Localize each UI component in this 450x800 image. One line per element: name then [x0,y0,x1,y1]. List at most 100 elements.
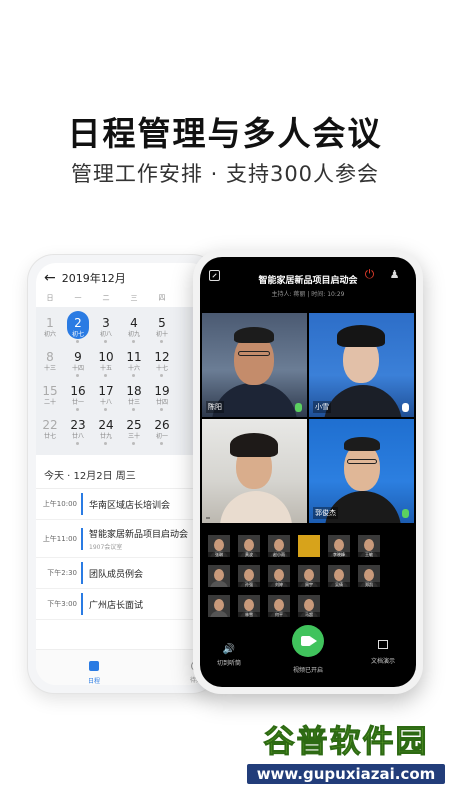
calendar-day[interactable]: 12 十七 [148,345,176,379]
participant-thumb[interactable]: 吴倩 [328,565,350,587]
calendar-day[interactable]: 8 十三 [36,345,64,379]
calendar-day[interactable]: 22 廿七 [36,413,64,447]
participant-thumb[interactable]: 林雪 [238,595,260,617]
calendar-day[interactable]: 24 廿九 [92,413,120,447]
watermark-url: www.gupuxiazai.com [247,764,445,784]
calendar-day[interactable]: 15 二十 [36,379,64,413]
participant-thumb[interactable]: 孙强 [238,565,260,587]
weekday-label: 三 [130,294,138,302]
video-camera-icon [292,625,324,657]
meeting-phone: 智能家居新品项目启动会 主持人: 蒋丽 | 时间: 10:29 ⏻ ♟ 陈阳 小… [193,250,423,694]
participant-thumb[interactable]: 何平 [268,595,290,617]
event-time: 下午2:30 [47,569,77,577]
calendar-day[interactable]: 26 初一 [148,413,176,447]
participant-thumb[interactable]: 黄波 [238,535,260,557]
person-hair [344,437,380,451]
participant-thumb[interactable]: 王敏 [358,535,380,557]
bottom-tab-bar: 日程 待办 [36,649,210,685]
video-toggle-button[interactable]: 视频已开启 [278,625,338,674]
person-body [220,491,292,523]
back-arrow-icon[interactable]: ← [44,270,56,286]
meeting-subtitle: 主持人: 蒋丽 | 时间: 10:29 [271,291,345,298]
calendar-day[interactable]: 19 廿四 [148,379,176,413]
event-bar [81,493,83,515]
participant-thumb[interactable]: 李晓峰 [328,535,350,557]
calendar-day[interactable]: 10 十五 [92,345,120,379]
calendar-day[interactable]: 23 廿八 [64,413,92,447]
end-call-icon[interactable]: ⏻ [363,268,376,281]
event-title: 华南区域店长培训会 [89,500,171,511]
participant-thumb[interactable]: 张琳 [208,535,230,557]
participants-icon[interactable]: ♟ [388,268,401,281]
participant-thumb[interactable]: 马超 [298,595,320,617]
calendar-day[interactable]: 5 初十 [148,311,176,345]
participant-thumb[interactable]: 郑凯 [358,565,380,587]
subheadline: 管理工作安排 · 支持300人参会 [70,162,380,186]
mic-icon [402,509,409,518]
video-tile[interactable]: 郭俊杰 [309,419,414,523]
event-row[interactable]: 上午10:00 华南区域店长培训会 [36,489,210,520]
video-tile[interactable]: 陈阳 [202,313,307,417]
meeting-title: 智能家居新品项目启动会 [258,276,358,286]
event-row[interactable]: 下午2:30 团队成员例会 [36,558,210,589]
weekday-label: 四 [158,294,166,302]
participant-thumbnails: 张琳 黄波 赵小雨 李晓峰 王敏 孙强 刘婷 周宇 吴倩 郑凯 林雪 何平 马超 [208,535,408,625]
event-time: 上午10:00 [42,500,77,508]
meeting-controls: 🔊 切到听筒 视频已开启 文档演示 [200,625,416,687]
meeting-header: 智能家居新品项目启动会 主持人: 蒋丽 | 时间: 10:29 ⏻ ♟ [200,257,416,313]
person-body [212,383,297,417]
calendar-day[interactable]: 4 初九 [120,311,148,345]
calendar-day[interactable]: 18 廿三 [120,379,148,413]
participant-name: 陈阳 [206,401,224,413]
calendar-day-selected[interactable]: 2 初七 [64,311,92,345]
calendar-day[interactable]: 16 廿一 [64,379,92,413]
weekday-label: 日 [46,294,54,302]
calendar-day[interactable]: 3 初八 [92,311,120,345]
calendar-day[interactable]: 1 初六 [36,311,64,345]
calendar-week: 8 十三 9 十四 10 十五 11 十六 12 十七 [36,345,210,379]
share-doc-button[interactable]: 文档演示 [358,637,408,665]
speaker-toggle-button[interactable]: 🔊 切到听筒 [206,637,252,667]
calendar-day[interactable]: 9 十四 [64,345,92,379]
thumbnail-row: 张琳 黄波 赵小雨 李晓峰 王敏 [208,535,408,557]
video-tile[interactable] [202,419,307,523]
video-tile[interactable]: 小雪 [309,313,414,417]
participant-thumb[interactable]: 周宇 [298,565,320,587]
calendar-phone: ← 2019年12月 日 一 二 三 四 1 初六 2 初七 3 初八 4 初九 5 初十… [28,255,218,693]
participant-thumb[interactable]: 刘婷 [268,565,290,587]
meeting-screen: 智能家居新品项目启动会 主持人: 蒋丽 | 时间: 10:29 ⏻ ♟ 陈阳 小… [200,257,416,687]
event-title-block: 智能家居新品项目启动会 1907会议室 [89,527,188,551]
participant-thumb[interactable] [298,535,320,557]
speaker-label: 切到听筒 [216,660,241,667]
calendar-icon [89,661,99,671]
speaker-icon: 🔊 [222,644,236,655]
event-title: 团队成员例会 [89,569,144,580]
participant-name [206,517,210,519]
calendar-day[interactable]: 25 三十 [120,413,148,447]
event-title: 智能家居新品项目启动会 [89,529,189,540]
participant-thumb[interactable] [208,565,230,587]
participant-name: 郭俊杰 [313,507,338,519]
tab-calendar[interactable]: 日程 [81,656,107,685]
person-hair [230,433,278,457]
headline: 日程管理与多人会议 [67,114,383,153]
share-screen-icon [378,640,388,649]
calendar-grid: 1 初六 2 初七 3 初八 4 初九 5 初十 8 十三 9 十四 10 十五 11 十六 12… [36,307,210,455]
person-hair [337,325,385,347]
mic-icon [295,403,302,412]
thumbnail-row: 林雪 何平 马超 [208,595,408,617]
person-hair [234,327,274,343]
calendar-day[interactable]: 11 十六 [120,345,148,379]
event-row[interactable]: 上午11:00 智能家居新品项目启动会 1907会议室 [36,520,210,558]
calendar-week: 22 廿七 23 廿八 24 廿九 25 三十 26 初一 [36,413,210,447]
event-row[interactable]: 下午3:00 广州店长面试 [36,589,210,620]
weekday-row: 日 一 二 三 四 [36,293,210,307]
weekday-label: 二 [102,294,110,302]
calendar-day[interactable]: 17 十八 [92,379,120,413]
glasses [347,459,377,464]
participant-thumb[interactable]: 赵小雨 [268,535,290,557]
doc-label: 文档演示 [370,658,395,665]
video-label: 视频已开启 [292,667,323,674]
calendar-header: ← 2019年12月 [36,263,210,293]
participant-thumb[interactable] [208,595,230,617]
